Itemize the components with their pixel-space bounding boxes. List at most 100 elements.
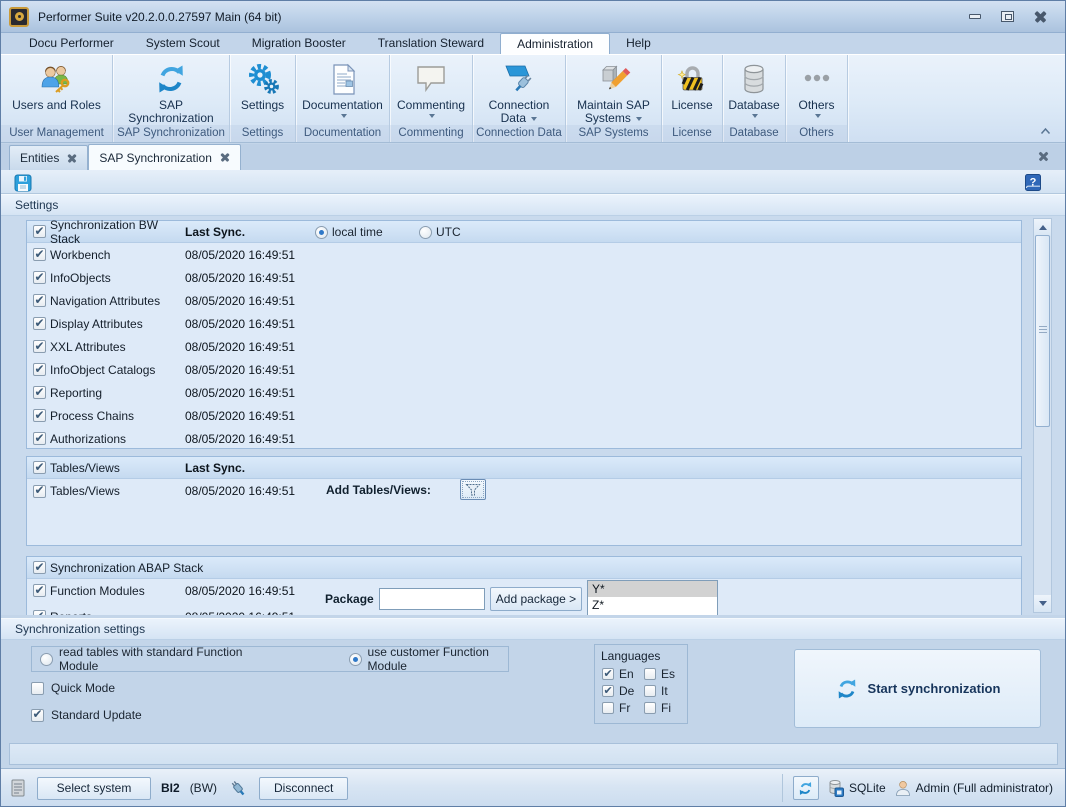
language-fi-checkbox[interactable] [644,702,656,714]
users-and-roles-button[interactable]: Users and Roles [1,55,112,125]
utc-option[interactable]: UTC [419,225,461,239]
language-fi-option[interactable]: Fi [644,701,671,715]
language-de-label: De [619,684,634,698]
menu-tab-administration[interactable]: Administration [500,33,610,54]
package-list-item[interactable]: Y* [588,581,717,597]
package-list[interactable]: Y* Z* [587,580,718,615]
tab-entities[interactable]: Entities [9,145,88,170]
tab-close-icon[interactable] [220,153,230,163]
select-system-button[interactable]: Select system [37,777,151,800]
settings-button[interactable]: Settings [230,55,295,125]
connection-data-button[interactable]: Connection Data [473,55,565,125]
language-fi-label: Fi [661,701,671,715]
tables-views-checkbox[interactable] [33,461,46,474]
language-it-checkbox[interactable] [644,685,656,697]
ribbon-group-connection-data: Connection Data Connection Data [473,55,566,142]
connector-icon[interactable] [227,778,249,798]
checkbox[interactable] [33,432,46,445]
checkbox[interactable] [33,317,46,330]
standard-update-checkbox[interactable] [31,709,44,722]
tables-views-header-row: Tables/Views Last Sync. [27,457,1021,479]
tab-sap-synchronization[interactable]: SAP Synchronization [88,144,241,170]
local-time-radio[interactable] [315,226,328,239]
checkbox[interactable] [33,386,46,399]
language-it-option[interactable]: It [644,684,668,698]
others-label: Others [798,98,834,112]
language-es-checkbox[interactable] [644,668,656,680]
standard-function-module-radio[interactable] [40,653,53,666]
language-de-checkbox[interactable] [602,685,614,697]
license-button[interactable]: License [662,55,722,125]
refresh-connection-button[interactable] [793,776,819,800]
customer-function-module-radio[interactable] [349,653,362,666]
quick-mode-label: Quick Mode [51,681,115,695]
document-tab-bar: Entities SAP Synchronization [1,144,1065,170]
menu-tab-help[interactable]: Help [610,33,667,54]
others-button[interactable]: Others [786,55,847,125]
language-de-option[interactable]: De [602,684,634,698]
minimize-button[interactable] [964,9,985,24]
checkbox[interactable] [33,485,46,498]
quick-mode-option[interactable]: Quick Mode [31,681,115,695]
checkbox[interactable] [33,248,46,261]
scrollbar-thumb[interactable] [1035,235,1050,427]
last-sync-column-header: Last Sync. [185,225,335,239]
scroll-down-button[interactable] [1034,595,1051,612]
checkbox[interactable] [33,271,46,284]
ribbon-group-user-management: Users and Roles User Management [1,55,113,142]
checkbox[interactable] [33,409,46,422]
commenting-button[interactable]: Commenting [390,55,472,125]
add-package-button[interactable]: Add package > [490,587,582,611]
scroll-up-button[interactable] [1034,219,1051,236]
vertical-scrollbar[interactable] [1033,218,1052,613]
checkbox[interactable] [33,294,46,307]
abap-stack-checkbox[interactable] [33,561,46,574]
standard-update-option[interactable]: Standard Update [31,708,142,722]
menu-tab-system-scout[interactable]: System Scout [130,33,236,54]
start-synchronization-button[interactable]: Start synchronization [794,649,1041,728]
database-button[interactable]: Database [723,55,785,125]
menu-tab-translation-steward[interactable]: Translation Steward [362,33,500,54]
menu-tab-docu-performer[interactable]: Docu Performer [13,33,130,54]
close-button[interactable] [1030,9,1051,24]
tables-views-header-label: Tables/Views [50,461,185,475]
help-button[interactable]: ? [1023,173,1043,192]
panel-close-icon[interactable] [1038,151,1049,162]
checkbox[interactable] [33,610,46,615]
package-list-item[interactable]: Z* [588,597,717,613]
abap-stack-header-row: Synchronization ABAP Stack [27,557,1021,579]
quick-mode-checkbox[interactable] [31,682,44,695]
language-fr-option[interactable]: Fr [602,701,630,715]
local-time-option[interactable]: local time [315,225,383,239]
dropdown-arrow-icon [815,114,821,118]
ellipsis-icon [800,60,834,98]
disconnect-button[interactable]: Disconnect [259,777,348,800]
add-tables-views-button[interactable] [460,479,486,500]
language-en-checkbox[interactable] [602,668,614,680]
tab-close-icon[interactable] [67,153,77,163]
abap-stack-group: Synchronization ABAP Stack Function Modu… [26,556,1022,615]
checkbox[interactable] [33,584,46,597]
language-en-option[interactable]: En [602,667,634,681]
language-es-option[interactable]: Es [644,667,675,681]
checkbox[interactable] [33,363,46,376]
save-button[interactable] [13,173,33,192]
maximize-button[interactable] [997,9,1018,24]
user-label: Admin (Full administrator) [916,781,1053,795]
menu-tab-migration-booster[interactable]: Migration Booster [236,33,362,54]
documentation-button[interactable]: Documentation [296,55,389,125]
sync-row-display-attributes: Display Attributes 08/05/2020 16:49:51 [27,312,1021,335]
database-icon [737,60,771,98]
sap-synchronization-button[interactable]: SAP Synchronization [113,55,229,125]
maintain-sap-systems-button[interactable]: Maintain SAP Systems [566,55,661,125]
language-fr-checkbox[interactable] [602,702,614,714]
package-input[interactable] [379,588,485,610]
add-tables-views-label: Add Tables/Views: [326,483,431,497]
utc-radio[interactable] [419,226,432,239]
bw-stack-checkbox[interactable] [33,225,46,238]
row-label: Workbench [50,248,185,262]
checkbox[interactable] [33,340,46,353]
ribbon-collapse-icon[interactable] [1040,124,1051,138]
title-bar: Performer Suite v20.2.0.0.27597 Main (64… [1,1,1065,33]
bw-stack-header-label: Synchronization BW Stack [50,218,185,246]
